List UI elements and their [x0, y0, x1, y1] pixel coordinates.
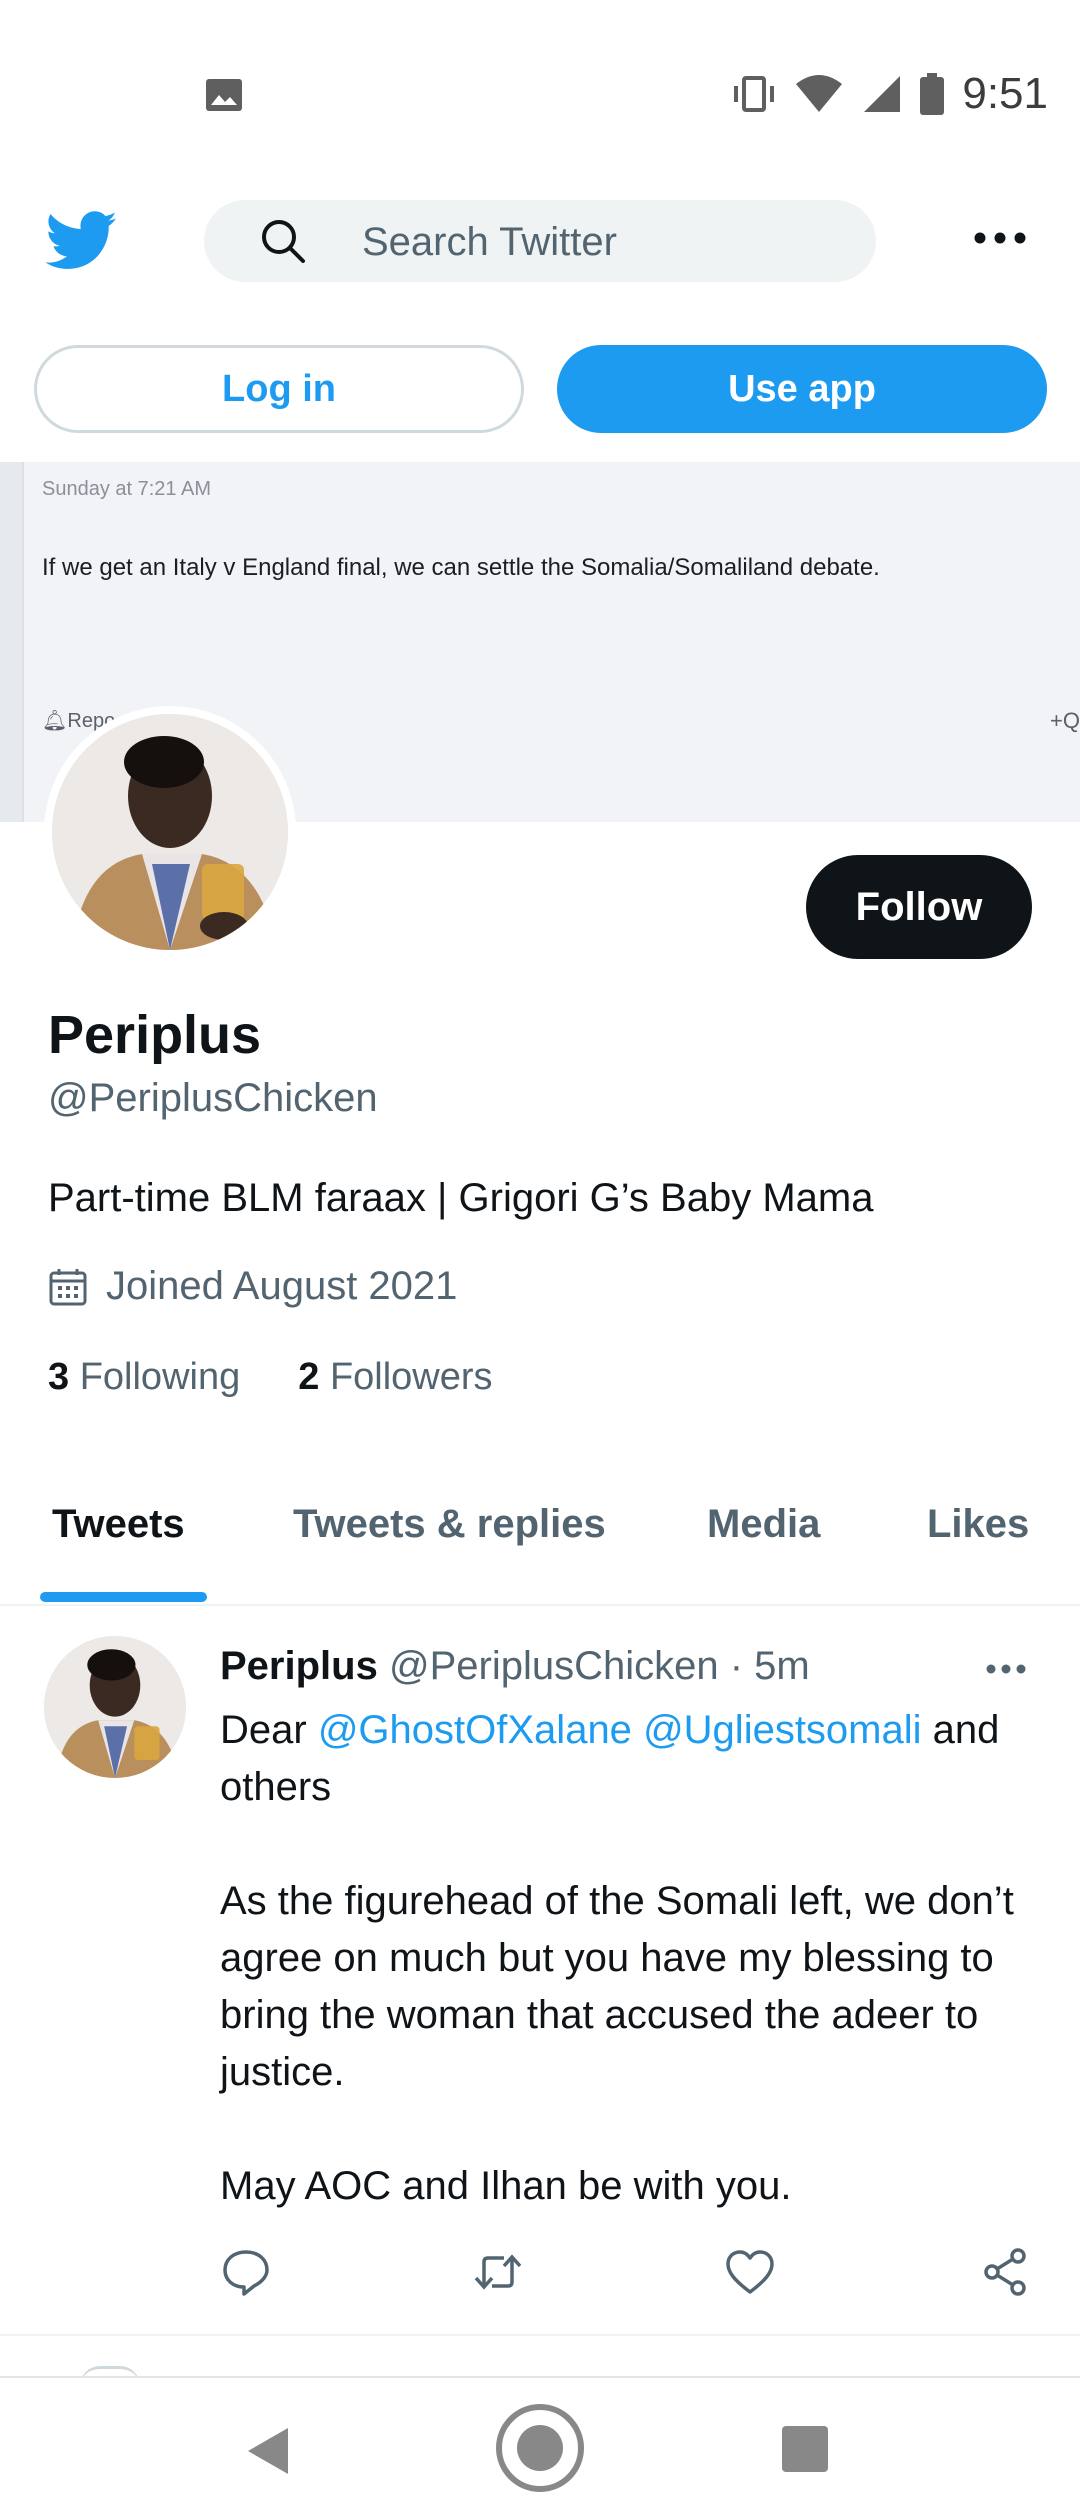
share-icon[interactable]	[980, 2246, 1032, 2298]
following-count: 3	[48, 1356, 70, 1398]
home-button[interactable]	[496, 2404, 584, 2492]
tweet-avatar[interactable]	[44, 1636, 186, 1778]
search-placeholder: Search Twitter	[362, 220, 617, 264]
tweet-line-1: Dear @GhostOfXalane @Ugliestsomali and	[220, 1702, 1050, 1759]
banner-edge	[0, 462, 24, 822]
follow-button[interactable]: Follow	[806, 855, 1032, 959]
top-header: Search Twitter	[0, 190, 1080, 330]
search-bar[interactable]: Search Twitter	[204, 200, 876, 282]
status-bar: 9:51	[0, 0, 1080, 190]
banner-timestamp: Sunday at 7:21 AM	[42, 478, 212, 500]
status-time: 9:51	[962, 69, 1048, 118]
avatar-photo	[52, 714, 288, 950]
tab-likes[interactable]: Likes	[927, 1502, 1029, 1547]
retweet-icon[interactable]	[472, 2246, 524, 2298]
tweet-time[interactable]: 5m	[754, 1644, 810, 1688]
joined-date: Joined August 2021	[48, 1264, 457, 1309]
status-icons: 9:51	[732, 62, 1048, 126]
tweet-paragraph-3: May AOC and Ilhan be with you.	[220, 2164, 792, 2208]
tweet-paragraph-2: As the figurehead of the Somali left, we…	[220, 1879, 1014, 2094]
joined-text: Joined August 2021	[106, 1264, 458, 1308]
tweet-separator: ·	[718, 1644, 755, 1688]
active-tab-indicator	[40, 1592, 207, 1602]
signal-icon	[864, 76, 901, 112]
battery-icon	[920, 73, 945, 115]
banner-text: If we get an Italy v England final, we c…	[42, 554, 880, 581]
followers-count: 2	[298, 1356, 320, 1398]
tab-media[interactable]: Media	[707, 1502, 820, 1547]
reply-icon[interactable]	[220, 2246, 272, 2298]
image-icon	[206, 79, 242, 111]
tweet-others: others	[220, 1765, 332, 1809]
tweet-author-handle[interactable]: @PeriplusChicken	[389, 1644, 719, 1688]
tweet[interactable]: Periplus @PeriplusChicken · 5m Dear @Gho…	[0, 1606, 1080, 2336]
search-icon	[262, 220, 305, 263]
vibrate-icon	[734, 76, 775, 112]
wifi-icon	[796, 75, 843, 112]
followers-label: Followers	[329, 1356, 493, 1398]
login-button[interactable]: Log in	[34, 345, 524, 433]
back-icon[interactable]	[246, 2426, 290, 2476]
profile-name: Periplus	[48, 1005, 262, 1065]
recents-icon[interactable]	[782, 2426, 828, 2472]
system-nav-bar	[0, 2376, 1080, 2520]
profile-tabs: Tweets Tweets & replies Media Likes	[0, 1470, 1080, 1606]
tab-tweets-replies[interactable]: Tweets & replies	[293, 1502, 606, 1547]
home-icon	[517, 2425, 563, 2471]
followers-link[interactable]: 2 Followers	[298, 1356, 492, 1399]
profile-handle: @PeriplusChicken	[48, 1076, 378, 1120]
more-icon[interactable]	[970, 228, 1030, 248]
use-app-button[interactable]: Use app	[557, 345, 1047, 433]
tweet-actions	[220, 2246, 1030, 2306]
like-icon[interactable]	[724, 2246, 776, 2298]
banner-plus: +Q	[1050, 708, 1080, 733]
tweet-author-name[interactable]: Periplus	[220, 1644, 378, 1688]
tweet-header: Periplus @PeriplusChicken · 5m	[220, 1644, 810, 1689]
mention-link[interactable]: @Ugliestsomali	[643, 1708, 921, 1752]
twitter-bird-icon[interactable]	[46, 210, 118, 272]
tweet-text: Dear @GhostOfXalane @Ugliestsomali and o…	[220, 1702, 1050, 2215]
tweet-after-mentions: and	[932, 1708, 1000, 1752]
bell-icon: 🔔︎	[42, 710, 68, 732]
tweet-more-icon[interactable]	[984, 1662, 1028, 1676]
calendar-icon	[49, 1268, 87, 1305]
profile-avatar[interactable]	[44, 706, 296, 958]
tweet-greeting: Dear	[220, 1708, 307, 1752]
profile-bio: Part-time BLM faraax | Grigori G’s Baby …	[48, 1176, 874, 1220]
following-link[interactable]: 3 Following	[48, 1356, 240, 1399]
tab-tweets[interactable]: Tweets	[52, 1502, 185, 1547]
follow-stats: 3 Following 2 Followers	[48, 1356, 493, 1399]
mention-link[interactable]: @GhostOfXalane	[318, 1708, 632, 1752]
following-label: Following	[79, 1356, 241, 1398]
